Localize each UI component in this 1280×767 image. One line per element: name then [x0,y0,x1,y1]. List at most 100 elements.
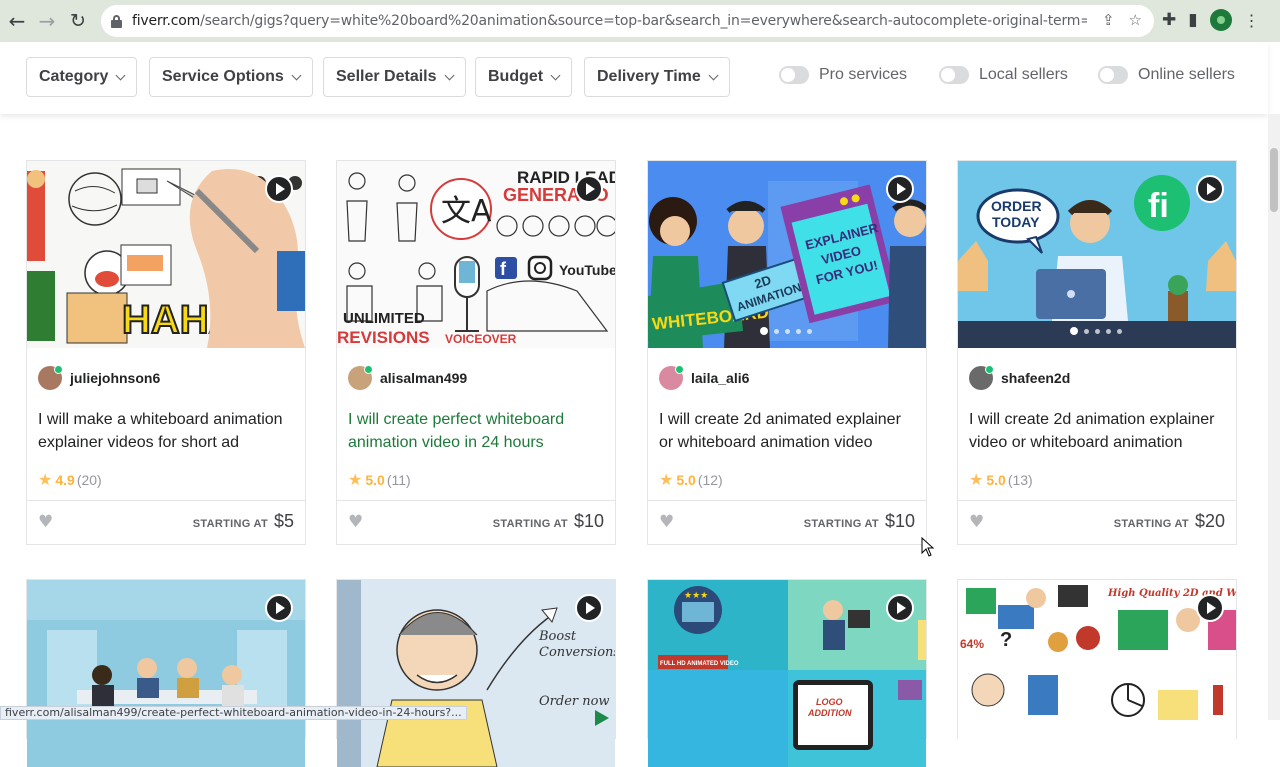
facebook-icon: f [500,259,507,279]
side-panel-icon[interactable]: ▮ [1188,10,1197,30]
seller-info[interactable]: juliejohnson6 [38,365,160,390]
url-text[interactable]: fiverr.com/search/gigs?query=white%20boa… [132,13,1087,29]
gig-thumbnail[interactable]: WHITEBOARD 2D ANIMATION EXPLAINER VIDEO … [648,161,926,348]
seller-name[interactable]: juliejohnson6 [70,370,160,386]
gig-rating: ★ 5.0 (13) [969,470,1033,489]
full-hd-video-image: ★★★ FULL HD ANIMATED VIDEO LOGO ADDITION [648,580,926,767]
play-video-icon[interactable] [886,175,914,203]
category-filter[interactable]: Category [26,57,138,97]
price: STARTING AT $10 [804,511,915,532]
category-filter-label: Category [39,68,109,85]
scrollbar-thumb[interactable] [1270,148,1278,212]
gig-rating: ★ 4.9 (20) [38,470,102,489]
service-options-filter[interactable]: Service Options [149,57,313,97]
profile-avatar[interactable] [1209,9,1232,31]
voiceover-text: VOICEOVER [445,332,517,346]
local-sellers-label: Local sellers [979,66,1068,83]
chevron-down-icon [708,70,719,80]
filter-bar: Category Service Options Seller Details … [0,42,1268,114]
gig-card[interactable]: ★★★ FULL HD ANIMATED VIDEO LOGO ADDITION [647,579,927,767]
seller-avatar[interactable] [38,365,63,390]
budget-label: Budget [488,68,544,85]
seller-name[interactable]: laila_ali6 [691,370,749,386]
heart-icon[interactable]: ♥ [659,512,674,532]
gig-title[interactable]: I will make a whiteboard animation expla… [38,408,296,454]
seller-name[interactable]: alisalman499 [380,370,467,386]
back-arrow-icon[interactable]: ← [3,7,31,35]
toggle-switch[interactable] [939,66,969,84]
chevron-down-icon [444,70,454,80]
today-text: TODAY [992,214,1040,230]
delivery-time-label: Delivery Time [597,68,701,85]
question-mark-graphic: ? [1000,629,1012,651]
order-text: ORDER [991,198,1042,214]
gig-card[interactable]: ORDER TODAY fi shafeen2d I will create 2… [957,160,1237,545]
gig-thumbnail[interactable]: Boost Conversions Order now [337,580,615,767]
star-icon: ★ [348,470,363,489]
heart-icon[interactable]: ♥ [969,512,984,532]
gig-card[interactable]: WHITEBOARD 2D ANIMATION EXPLAINER VIDEO … [647,160,927,545]
whiteboard-sketch-image: HAHA! [27,161,305,348]
pro-services-toggle[interactable]: Pro services [779,66,907,84]
seller-details-filter[interactable]: Seller Details [323,57,466,97]
online-sellers-toggle[interactable]: Online sellers [1098,66,1235,84]
play-video-icon[interactable] [1196,594,1224,622]
logo-text: LOGO [816,697,843,707]
seller-name[interactable]: shafeen2d [1001,370,1070,386]
gig-title[interactable]: I will create 2d animation explainer vid… [969,408,1227,454]
price: STARTING AT $10 [493,511,604,532]
play-video-icon[interactable] [575,594,603,622]
gig-thumbnail[interactable]: ORDER TODAY fi [958,161,1236,348]
seller-avatar[interactable] [348,365,373,390]
chevron-down-icon [550,70,561,80]
gig-card[interactable]: HAHA! juliejohnson6 I will make a whiteb… [26,160,306,545]
page-scrollbar[interactable] [1268,114,1280,720]
rating-count: (11) [386,471,411,488]
revisions-text: REVISIONS [337,328,430,347]
forward-arrow-icon[interactable]: → [33,7,61,35]
carousel-dots[interactable] [1070,327,1122,335]
lock-icon[interactable] [111,14,122,28]
reload-icon[interactable]: ↻ [64,7,92,35]
budget-filter[interactable]: Budget [475,57,573,97]
play-video-icon[interactable] [265,175,293,203]
play-video-icon[interactable] [575,175,603,203]
delivery-time-filter[interactable]: Delivery Time [584,57,730,97]
gig-card[interactable]: High Quality 2D and Whitebo 64% ? [957,579,1237,767]
gig-thumbnail[interactable]: HAHA! [27,161,305,348]
seller-avatar[interactable] [659,365,684,390]
heart-icon[interactable]: ♥ [348,512,363,532]
rating-score: 5.0 [986,471,1006,488]
seller-avatar[interactable] [969,365,994,390]
starting-at-label: STARTING AT [803,518,879,530]
youtube-icon: YouTube [559,262,615,278]
carousel-dots[interactable] [760,327,812,335]
toggle-switch[interactable] [1098,66,1128,84]
gig-title[interactable]: I will create 2d animated explainer or w… [659,408,917,454]
play-video-icon[interactable] [1196,175,1224,203]
share-icon[interactable]: ⇪ [1102,11,1115,29]
play-video-icon[interactable] [886,594,914,622]
online-sellers-label: Online sellers [1138,66,1235,83]
seller-info[interactable]: laila_ali6 [659,365,749,390]
addition-text: ADDITION [807,708,852,718]
browser-toolbar: ← → ↻ fiverr.com/search/gigs?query=white… [0,0,1280,42]
explainer-character-image: ORDER TODAY fi [958,161,1236,348]
seller-info[interactable]: shafeen2d [969,365,1070,390]
seller-info[interactable]: alisalman499 [348,365,467,390]
gig-thumbnail[interactable]: 文A RAPID LEAD GENERATIO f YouTube UNLIMI… [337,161,615,348]
gig-card[interactable]: 文A RAPID LEAD GENERATIO f YouTube UNLIMI… [336,160,616,545]
gig-title[interactable]: I will create perfect whiteboard animati… [348,408,606,454]
address-bar[interactable]: fiverr.com/search/gigs?query=white%20boa… [101,5,1154,37]
bookmark-star-icon[interactable]: ☆ [1129,11,1142,29]
gig-thumbnail[interactable]: ★★★ FULL HD ANIMATED VIDEO LOGO ADDITION [648,580,926,767]
gig-thumbnail[interactable] [27,580,305,767]
gig-thumbnail[interactable]: High Quality 2D and Whitebo 64% ? [958,580,1236,767]
extensions-puzzle-icon[interactable]: ✚ [1162,10,1176,30]
rating-count: (12) [697,471,723,488]
local-sellers-toggle[interactable]: Local sellers [939,66,1068,84]
toggle-switch[interactable] [779,66,809,84]
heart-icon[interactable]: ♥ [38,512,53,532]
play-video-icon[interactable] [265,594,293,622]
menu-kebab-icon[interactable]: ⋮ [1244,11,1260,30]
